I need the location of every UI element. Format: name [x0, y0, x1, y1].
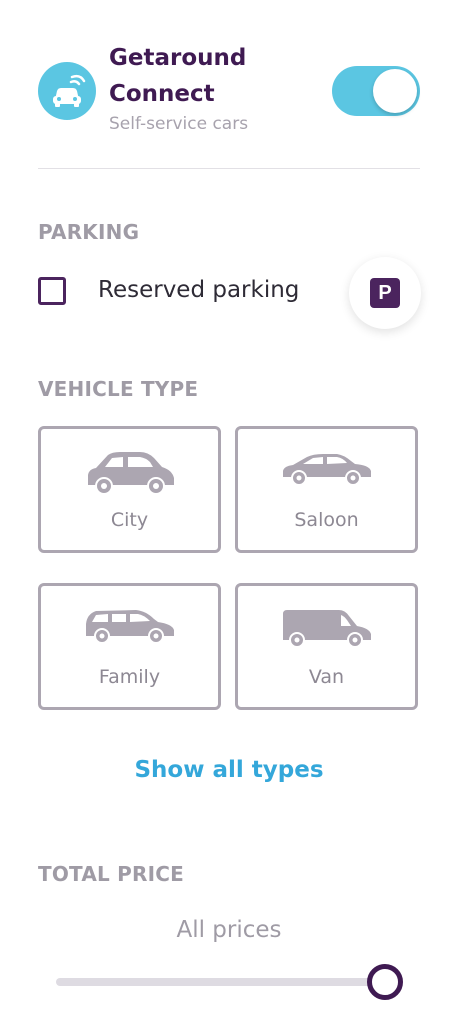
- reserved-parking-label[interactable]: Reserved parking: [98, 277, 299, 303]
- parking-p-icon: P: [370, 278, 400, 308]
- vehicle-type-label: City: [110, 509, 149, 531]
- connect-title-line2: Connect: [109, 81, 215, 107]
- show-all-types-link[interactable]: Show all types: [0, 757, 458, 783]
- vehicle-type-city[interactable]: City: [38, 426, 221, 553]
- price-value-label: All prices: [176, 917, 282, 943]
- divider: [38, 168, 420, 169]
- price-slider-track[interactable]: [56, 978, 386, 986]
- reserved-parking-checkbox[interactable]: [38, 277, 66, 305]
- price-slider-thumb[interactable]: [367, 964, 403, 1000]
- connect-title: Getaround Connect: [109, 40, 309, 112]
- connected-car-icon: [38, 62, 96, 120]
- parking-section-title: PARKING: [38, 220, 140, 244]
- vehicle-type-label: Van: [308, 666, 345, 688]
- city-car-icon: [87, 452, 174, 495]
- vehicle-type-saloon[interactable]: Saloon: [235, 426, 418, 553]
- saloon-car-icon: [282, 454, 371, 486]
- connect-toggle[interactable]: [332, 66, 420, 116]
- vehicle-type-family[interactable]: Family: [38, 583, 221, 710]
- van-icon: [282, 610, 371, 648]
- family-car-icon: [85, 610, 174, 644]
- connect-title-line1: Getaround: [109, 45, 247, 71]
- vehicle-type-label: Family: [98, 666, 161, 688]
- vehicle-type-section-title: VEHICLE TYPE: [38, 377, 199, 401]
- total-price-section-title: TOTAL PRICE: [38, 862, 184, 886]
- vehicle-type-van[interactable]: Van: [235, 583, 418, 710]
- connect-subtitle: Self-service cars: [109, 114, 249, 134]
- toggle-knob: [373, 69, 417, 113]
- parking-badge: P: [349, 257, 421, 329]
- vehicle-type-label: Saloon: [294, 509, 359, 531]
